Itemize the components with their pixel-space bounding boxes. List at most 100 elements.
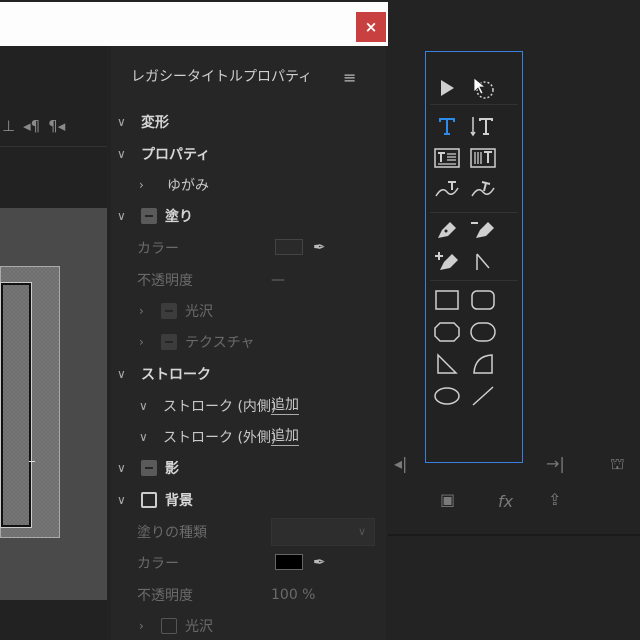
chevron-down-icon: ∨: [117, 147, 126, 161]
outer-stroke-add-link[interactable]: 追加: [271, 427, 299, 446]
rotation-tool[interactable]: [468, 74, 498, 102]
item-label: テクスチャ: [185, 335, 255, 351]
add-anchor-tool[interactable]: [432, 248, 462, 276]
arc-tool[interactable]: [468, 350, 498, 378]
paragraph-icon[interactable]: ¶◂: [48, 117, 65, 135]
wedge-tool[interactable]: [432, 350, 462, 378]
eyedropper-icon[interactable]: ✒: [313, 553, 326, 571]
rectangle-tool[interactable]: [432, 286, 462, 314]
item-inner-stroke[interactable]: ∨ ストローク (内側): [139, 392, 276, 420]
tools-separator: [430, 104, 518, 105]
section-label: 変形: [141, 115, 169, 131]
fill-opacity-value: —: [271, 272, 285, 288]
delete-anchor-tool[interactable]: [468, 216, 498, 244]
ellipse-tool[interactable]: [432, 382, 462, 410]
item-bg-sheen[interactable]: › 光沢: [139, 612, 213, 640]
fill-opacity-label: 不透明度: [137, 273, 193, 289]
section-background[interactable]: ∨ 背景: [117, 486, 193, 514]
bg-color-swatch[interactable]: [275, 554, 303, 570]
fill-type-label: 塗りの種類: [137, 525, 207, 541]
bg-opacity-value[interactable]: 100 %: [271, 581, 315, 609]
pen-tool[interactable]: [432, 216, 462, 244]
left-title-bar: [0, 2, 388, 46]
fill-type-dropdown[interactable]: ∨: [271, 518, 375, 546]
convert-anchor-tool[interactable]: [468, 248, 498, 276]
tools-separator: [430, 280, 518, 281]
section-label: 塗り: [165, 209, 193, 225]
chevron-down-icon: ∨: [117, 367, 126, 381]
area-type-tool[interactable]: [432, 144, 462, 172]
export-icon[interactable]: ⇪: [548, 490, 561, 509]
clipped-corner-rectangle-tool[interactable]: [432, 318, 462, 346]
item-outer-stroke[interactable]: ∨ ストローク (外側): [139, 423, 276, 451]
rounded-rectangle-tool[interactable]: [468, 286, 498, 314]
section-fill[interactable]: ∨ 塗り: [117, 202, 193, 230]
texture-checkbox[interactable]: [161, 334, 177, 350]
chevron-right-icon: ›: [139, 335, 144, 349]
canvas-title-box: [0, 282, 32, 528]
tools-separator: [430, 212, 518, 213]
fx-icon[interactable]: fx: [498, 492, 513, 511]
bg-color-label: カラー: [137, 556, 179, 572]
section-label: プロパティ: [141, 147, 211, 163]
panel-title: レガシータイトルプロパティ: [131, 69, 313, 85]
fill-color-swatch[interactable]: [275, 239, 303, 255]
shadow-checkbox[interactable]: [141, 460, 157, 476]
chevron-right-icon: ›: [139, 304, 144, 318]
selection-tool[interactable]: [432, 74, 462, 102]
title-canvas[interactable]: [0, 208, 107, 600]
item-label: ゆがみ: [167, 178, 209, 194]
item-label: ストローク (内側): [163, 399, 277, 415]
vertical-type-tool[interactable]: [468, 112, 498, 140]
item-texture[interactable]: › テクスチャ: [139, 328, 254, 356]
section-label: 背景: [165, 493, 193, 509]
chevron-down-icon: ∨: [139, 430, 148, 444]
chevron-down-icon: ∨: [117, 493, 126, 507]
item-label: 光沢: [185, 304, 213, 320]
left-close-button[interactable]: ×: [356, 12, 386, 42]
section-label: 影: [165, 461, 179, 477]
item-distort[interactable]: › ゆがみ: [139, 171, 209, 199]
chevron-down-icon: ∨: [117, 461, 126, 475]
chevron-right-icon: ›: [139, 619, 144, 633]
bg-sheen-checkbox[interactable]: [161, 618, 177, 634]
vertical-area-type-tool[interactable]: [468, 144, 498, 172]
path-type-tool[interactable]: [432, 176, 462, 204]
fill-checkbox[interactable]: [141, 208, 157, 224]
section-properties[interactable]: ∨ プロパティ: [117, 140, 210, 168]
type-tool[interactable]: [432, 112, 462, 140]
paragraph-left-icon[interactable]: ◂¶: [23, 117, 40, 135]
section-shadow[interactable]: ∨ 影: [117, 454, 179, 482]
item-sheen[interactable]: › 光沢: [139, 297, 213, 325]
insert-clip-icon[interactable]: ▣: [440, 490, 455, 509]
chevron-down-icon: ∨: [139, 399, 148, 413]
section-label: ストローク: [141, 367, 211, 383]
tab-align-icon[interactable]: ⊥: [2, 117, 15, 135]
sheen-checkbox[interactable]: [161, 303, 177, 319]
legacy-title-tools-panel: [425, 51, 523, 463]
legacy-title-properties-panel: レガシータイトルプロパティ ≡ ∨ 変形 ∨ プロパティ › ゆがみ ∨ 塗り …: [111, 46, 386, 640]
rounded-corner-rectangle-tool[interactable]: [468, 318, 498, 346]
bg-opacity-label: 不透明度: [137, 588, 193, 604]
screen: × × ⊥ ◂¶ ¶◂ レガシータイトルプロパティ ≡ ∨ 変形 ∨ プロパティ…: [0, 0, 640, 640]
panel-menu-icon[interactable]: ≡: [343, 68, 356, 87]
vertical-path-type-tool[interactable]: [468, 176, 498, 204]
left-toolbar: ⊥ ◂¶ ¶◂: [0, 108, 107, 144]
chevron-right-icon: ›: [139, 178, 144, 192]
fill-color-label: カラー: [137, 241, 179, 257]
eyedropper-icon[interactable]: ✒: [313, 238, 326, 256]
panel-divider: [388, 534, 640, 536]
item-label: ストローク (外側): [163, 430, 277, 446]
item-label: 光沢: [185, 619, 213, 635]
background-checkbox[interactable]: [141, 492, 157, 508]
chevron-down-icon: ∨: [117, 209, 126, 223]
chevron-down-icon: ∨: [117, 115, 126, 129]
inner-stroke-add-link[interactable]: 追加: [271, 396, 299, 415]
export-frame-icon[interactable]: ⛫: [610, 454, 625, 475]
step-back-icon[interactable]: ◂|: [394, 454, 407, 473]
canvas-tick: [29, 461, 35, 462]
section-transform[interactable]: ∨ 変形: [117, 108, 169, 136]
section-stroke[interactable]: ∨ ストローク: [117, 360, 211, 388]
line-tool[interactable]: [468, 382, 498, 410]
go-to-in-icon[interactable]: →|: [546, 454, 565, 473]
